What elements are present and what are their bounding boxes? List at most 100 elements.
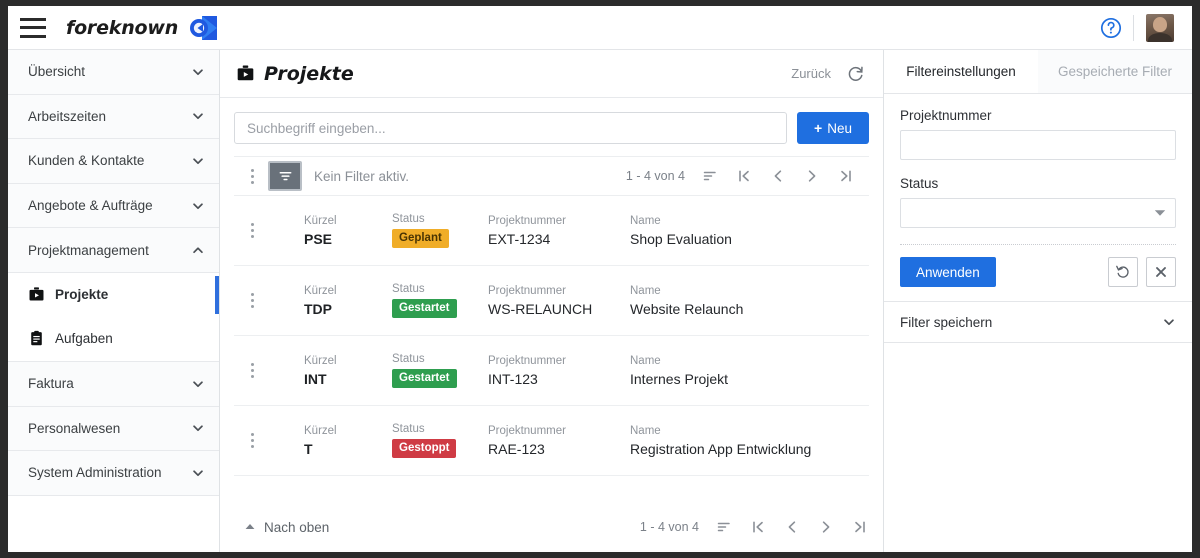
sidebar-item-arbeitszeiten[interactable]: Arbeitszeiten — [8, 94, 219, 140]
more-vertical-icon[interactable] — [244, 293, 260, 308]
last-page-icon[interactable] — [837, 167, 855, 185]
cell-value: WS-RELAUNCH — [488, 300, 593, 317]
column-header: Status — [392, 212, 425, 225]
sidebar-item-angebote-auftraege[interactable]: Angebote & Aufträge — [8, 183, 219, 229]
projects-table: Kürzel PSE Status Geplant Projektnummer … — [234, 196, 869, 502]
projektnummer-input[interactable] — [900, 130, 1176, 160]
sidebar-item-faktura[interactable]: Faktura — [8, 361, 219, 407]
pagination-bottom: 1 - 4 von 4 — [640, 518, 869, 536]
clear-filter-button[interactable] — [1146, 257, 1176, 287]
briefcase-icon — [28, 286, 45, 303]
cell-value: Website Relaunch — [630, 300, 744, 317]
cell-kuerzel: Kürzel PSE — [304, 215, 392, 247]
sidebar-item-label: Faktura — [28, 376, 74, 392]
scroll-to-top-button[interactable]: Nach oben — [244, 520, 329, 535]
filter-speichern-label: Filter speichern — [900, 314, 993, 330]
sidebar-item-personalwesen[interactable]: Personalwesen — [8, 406, 219, 452]
column-header: Status — [392, 282, 425, 295]
chevron-down-icon — [191, 421, 205, 435]
cell-kuerzel: Kürzel TDP — [304, 285, 392, 317]
apply-button[interactable]: Anwenden — [900, 257, 996, 287]
status-badge: Gestoppt — [392, 438, 457, 459]
table-row[interactable]: Kürzel T Status Gestoppt Projektnummer R… — [234, 406, 869, 476]
sidebar-item-aufgaben[interactable]: Aufgaben — [8, 317, 219, 361]
table-row[interactable]: Kürzel PSE Status Geplant Projektnummer … — [234, 196, 869, 266]
column-header: Name — [630, 214, 661, 227]
app-body: Übersicht Arbeitszeiten Kunden & Kontakt… — [8, 50, 1192, 552]
previous-page-icon[interactable] — [769, 167, 787, 185]
cell-kuerzel: Kürzel INT — [304, 355, 392, 387]
status-badge: Gestartet — [392, 368, 457, 389]
filter-panel-tabs: Filtereinstellungen Gespeicherte Filter — [884, 50, 1192, 94]
chevron-down-icon — [191, 377, 205, 391]
reset-filter-button[interactable] — [1108, 257, 1138, 287]
next-page-icon[interactable] — [817, 518, 835, 536]
column-header: Name — [630, 424, 661, 437]
help-circle-icon[interactable] — [1089, 16, 1133, 40]
filter-panel: Filtereinstellungen Gespeicherte Filter … — [884, 50, 1192, 552]
sidebar-item-label: Übersicht — [28, 64, 86, 80]
header-actions: Zurück — [791, 64, 865, 84]
filter-panel-empty-area — [884, 343, 1192, 552]
column-header: Status — [392, 352, 425, 365]
cell-value: INT — [304, 370, 327, 387]
table-row[interactable]: Kürzel TDP Status Gestartet Projektnumme… — [234, 266, 869, 336]
plus-icon: + — [814, 120, 823, 136]
filter-speichern-section[interactable]: Filter speichern — [884, 301, 1192, 343]
sidebar-item-kunden-kontakte[interactable]: Kunden & Kontakte — [8, 139, 219, 184]
first-page-icon[interactable] — [735, 167, 753, 185]
cell-value: Internes Projekt — [630, 370, 729, 387]
more-vertical-icon[interactable] — [244, 363, 260, 378]
brand[interactable]: foreknown — [66, 15, 220, 41]
pagination-top: 1 - 4 von 4 — [626, 167, 855, 185]
pagination-count: 1 - 4 von 4 — [639, 520, 699, 534]
sort-icon[interactable] — [715, 518, 733, 536]
column-header: Status — [392, 422, 425, 435]
sidebar-item-label: Angebote & Aufträge — [28, 198, 153, 214]
cell-name: Name Shop Evaluation — [630, 215, 869, 247]
column-header: Name — [630, 354, 661, 367]
column-header: Projektnummer — [488, 214, 566, 227]
sidebar-item-label: System Administration — [28, 465, 162, 481]
tab-filtereinstellungen[interactable]: Filtereinstellungen — [884, 50, 1038, 93]
table-row[interactable]: Kürzel INT Status Gestartet Projektnumme… — [234, 336, 869, 406]
sidebar-item-label: Personalwesen — [28, 420, 121, 436]
cell-projektnummer: Projektnummer EXT-1234 — [488, 215, 630, 247]
back-link[interactable]: Zurück — [791, 66, 831, 81]
sidebar-item-projekte[interactable]: Projekte — [8, 273, 219, 317]
column-header: Kürzel — [304, 214, 337, 227]
top-bar: foreknown — [8, 6, 1192, 50]
tab-gespeicherte-filter[interactable]: Gespeicherte Filter — [1038, 50, 1192, 93]
pagination-count: 1 - 4 von 4 — [625, 169, 685, 183]
chevron-down-icon — [191, 199, 205, 213]
more-vertical-icon[interactable] — [244, 433, 260, 448]
hamburger-icon[interactable] — [20, 17, 46, 38]
first-page-icon[interactable] — [749, 518, 767, 536]
avatar[interactable] — [1146, 13, 1174, 42]
last-page-icon[interactable] — [851, 518, 869, 536]
column-header: Kürzel — [304, 354, 337, 367]
column-header: Kürzel — [304, 424, 337, 437]
new-button[interactable]: + Neu — [797, 112, 869, 144]
main-panel: Projekte Zurück + Neu — [220, 50, 884, 552]
cell-value: Shop Evaluation — [630, 230, 732, 247]
sidebar-item-system-administration[interactable]: System Administration — [8, 451, 219, 496]
sidebar-item-label: Kunden & Kontakte — [28, 153, 145, 169]
status-select[interactable] — [900, 198, 1176, 228]
cell-projektnummer: Projektnummer INT-123 — [488, 355, 630, 387]
search-input[interactable] — [234, 112, 787, 144]
cell-status: Status Gestartet — [392, 352, 488, 389]
sidebar-item-label: Projekte — [55, 287, 109, 303]
column-header: Projektnummer — [488, 284, 566, 297]
previous-page-icon[interactable] — [783, 518, 801, 536]
sidebar-item-uebersicht[interactable]: Übersicht — [8, 50, 219, 95]
more-vertical-icon[interactable] — [244, 168, 260, 184]
next-page-icon[interactable] — [803, 167, 821, 185]
filter-toggle-button[interactable] — [268, 161, 302, 191]
more-vertical-icon[interactable] — [244, 223, 260, 238]
sort-icon[interactable] — [701, 167, 719, 185]
refresh-icon[interactable] — [845, 64, 865, 84]
page-title-text: Projekte — [264, 62, 354, 85]
sidebar-item-projektmanagement[interactable]: Projektmanagement — [8, 228, 219, 273]
